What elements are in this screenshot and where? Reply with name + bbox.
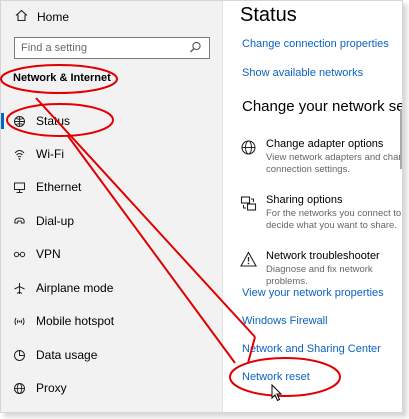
sidebar-item-mobile-hotspot[interactable]: Mobile hotspot	[1, 306, 223, 336]
globe-icon	[11, 382, 27, 395]
sidebar-item-label: Airplane mode	[36, 281, 114, 295]
settings-window: Home Network & Internet Status Wi-Fi	[0, 0, 403, 413]
search-input[interactable]	[21, 42, 181, 54]
sidebar-item-label: Wi-Fi	[36, 147, 64, 161]
vpn-icon	[11, 248, 27, 261]
data-usage-icon	[11, 349, 27, 362]
sharing-icon	[240, 195, 258, 213]
option-description: Diagnose and fix network problems.	[266, 264, 373, 287]
option-title: Network troubleshooter	[266, 250, 380, 262]
globe-icon	[11, 115, 27, 128]
main-content: Status Change connection properties Show…	[229, 1, 403, 412]
wifi-icon	[11, 148, 27, 161]
change-connection-properties-link[interactable]: Change connection properties	[242, 38, 389, 50]
search-box[interactable]	[14, 37, 210, 59]
sidebar-item-wifi[interactable]: Wi-Fi	[1, 139, 223, 169]
sidebar: Home Network & Internet Status Wi-Fi	[1, 1, 223, 412]
mouse-cursor-icon	[271, 384, 283, 402]
show-available-networks-link[interactable]: Show available networks	[242, 67, 363, 79]
network-troubleshooter[interactable]: Network troubleshooter Diagnose and fix …	[240, 250, 402, 287]
ethernet-icon	[11, 181, 27, 194]
sidebar-item-home[interactable]: Home	[13, 9, 69, 25]
page-title: Status	[240, 4, 297, 26]
sidebar-item-ethernet[interactable]: Ethernet	[1, 172, 223, 202]
sidebar-item-data-usage[interactable]: Data usage	[1, 340, 223, 370]
option-title: Change adapter options	[266, 138, 384, 150]
hotspot-icon	[11, 315, 27, 328]
sharing-options[interactable]: Sharing options For the networks you con…	[240, 194, 403, 234]
sidebar-item-label: Ethernet	[36, 180, 82, 194]
adapter-globe-icon	[240, 139, 258, 157]
sidebar-item-label: VPN	[36, 247, 61, 261]
sidebar-item-dialup[interactable]: Dial-up	[1, 206, 223, 236]
network-sharing-center-link[interactable]: Network and Sharing Center	[242, 343, 381, 355]
sidebar-item-label: Status	[36, 114, 71, 128]
sidebar-item-label: Proxy	[36, 381, 67, 395]
search-icon[interactable]	[189, 41, 203, 55]
section-title: Change your network settings	[242, 98, 402, 115]
category-title: Network & Internet	[13, 72, 111, 84]
scrollbar[interactable]	[400, 109, 402, 169]
dialup-icon	[11, 215, 27, 228]
sidebar-item-label: Mobile hotspot	[36, 314, 115, 328]
home-icon	[13, 9, 29, 25]
sidebar-item-proxy[interactable]: Proxy	[1, 373, 223, 403]
sidebar-item-label: Data usage	[36, 348, 98, 362]
option-description: View network adapters and change connect…	[266, 152, 403, 175]
network-reset-link[interactable]: Network reset	[242, 371, 310, 383]
option-description: For the networks you connect to, decide …	[266, 208, 403, 231]
sidebar-item-label: Dial-up	[36, 214, 75, 228]
view-network-properties-link[interactable]: View your network properties	[242, 287, 384, 299]
home-label: Home	[37, 10, 70, 24]
change-adapter-options[interactable]: Change adapter options View network adap…	[240, 138, 403, 178]
windows-firewall-link[interactable]: Windows Firewall	[242, 315, 328, 327]
sidebar-item-status[interactable]: Status	[1, 106, 223, 136]
option-title: Sharing options	[266, 194, 343, 206]
sidebar-item-airplane-mode[interactable]: Airplane mode	[1, 273, 223, 303]
airplane-icon	[11, 282, 27, 295]
sidebar-item-vpn[interactable]: VPN	[1, 239, 223, 269]
warning-icon	[240, 251, 258, 269]
